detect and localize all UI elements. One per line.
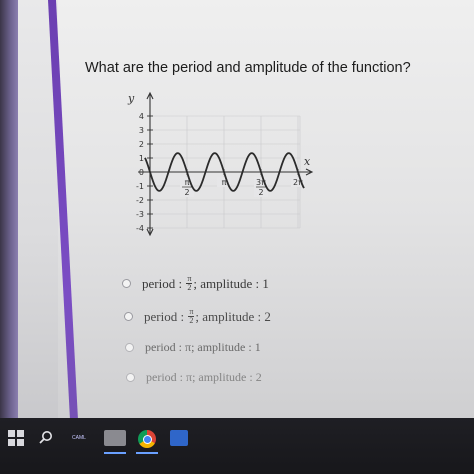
active-app-indicator xyxy=(136,452,158,454)
taskbar: CAML xyxy=(0,418,474,474)
answer-option-3[interactable]: period : π ; amplitude : 1 xyxy=(125,340,261,355)
question-text: What are the period and amplitude of the… xyxy=(85,60,411,76)
y-tick-label: 1 xyxy=(139,154,144,163)
window-frame xyxy=(0,0,18,418)
option-text-start: period : xyxy=(144,308,185,324)
fraction-denominator: 2 xyxy=(189,316,194,325)
fraction: π 2 xyxy=(186,275,193,292)
chrome-icon[interactable] xyxy=(138,430,156,448)
y-tick-label: 0 xyxy=(139,168,144,177)
y-tick-label: 3 xyxy=(139,126,144,135)
y-axis-label: y xyxy=(127,92,135,105)
option-text-end: ; amplitude : 2 xyxy=(195,308,271,324)
option-text-start: period : xyxy=(142,275,183,291)
active-app-indicator xyxy=(104,452,126,454)
radio-button[interactable] xyxy=(126,373,135,382)
app-icon[interactable]: CAML xyxy=(68,430,90,446)
fraction: π 2 xyxy=(188,308,195,325)
radio-button[interactable] xyxy=(125,343,134,352)
y-tick-label: 4 xyxy=(139,112,144,121)
screen: What are the period and amplitude of the… xyxy=(0,0,474,418)
option-text-end: ; amplitude : 2 xyxy=(192,370,262,384)
x-tick-label-denominator: 2 xyxy=(258,188,263,197)
radio-button[interactable] xyxy=(124,312,133,321)
y-tick-label: 2 xyxy=(139,140,144,149)
option-text-end: ; amplitude : 1 xyxy=(193,275,269,291)
search-icon[interactable] xyxy=(38,430,54,446)
option-text-start: period : π xyxy=(145,340,192,354)
answer-option-2[interactable]: period : π 2 ; amplitude : 2 xyxy=(124,308,271,325)
option-text-end: ; amplitude : 1 xyxy=(191,340,261,354)
y-tick-label: -3 xyxy=(136,210,144,219)
option-text-start: period : π xyxy=(146,370,193,384)
fraction-denominator: 2 xyxy=(187,283,192,292)
file-icon[interactable] xyxy=(104,430,126,446)
y-tick-label: -4 xyxy=(136,224,144,233)
x-axis-ticks: π2π3π22π5π2 xyxy=(180,169,305,197)
x-tick-label-denominator: 2 xyxy=(184,188,189,197)
radio-button[interactable] xyxy=(122,279,131,288)
y-tick-label: -2 xyxy=(136,196,144,205)
y-tick-label: -1 xyxy=(136,182,144,191)
answer-option-1[interactable]: period : π 2 ; amplitude : 1 xyxy=(122,275,269,292)
x-axis-label: x xyxy=(304,155,311,168)
windows-start-icon[interactable] xyxy=(8,430,24,446)
word-icon[interactable] xyxy=(170,430,188,446)
function-graph: 43210-1-2-3-4 π2π3π22π5π2 y x xyxy=(127,91,314,237)
answer-option-4[interactable]: period : π ; amplitude : 2 xyxy=(126,370,262,385)
